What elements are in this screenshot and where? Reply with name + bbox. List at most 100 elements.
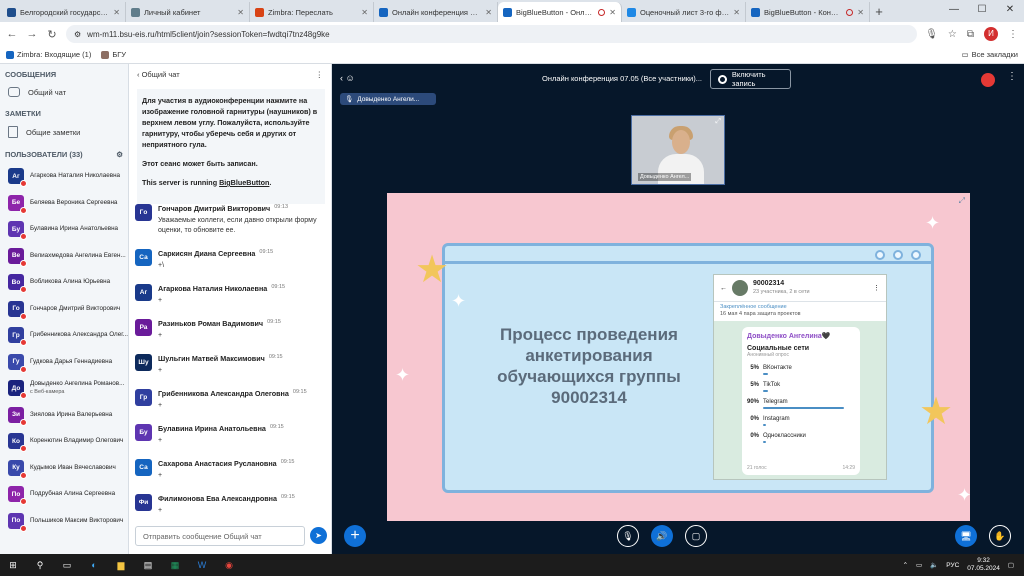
fullscreen-icon[interactable]: ⤢	[959, 196, 965, 206]
notifications-icon[interactable]: ▢	[1008, 561, 1014, 569]
fullscreen-icon[interactable]: ⤢	[715, 118, 721, 126]
browser-tab[interactable]: Онлайн конференция 07.05 ✕	[374, 2, 498, 22]
close-tab-icon[interactable]: ✕	[733, 8, 740, 17]
gear-icon[interactable]: ⚙	[116, 150, 123, 159]
minimize-button[interactable]: —	[940, 0, 968, 22]
task-view-icon[interactable]: ▭	[60, 558, 74, 572]
edge-icon[interactable]: ◐	[87, 558, 101, 572]
record-button[interactable]: Включить запись	[710, 69, 791, 89]
options-menu-icon[interactable]: ⋮	[1007, 71, 1017, 82]
mic-permission-icon[interactable]: 🎙	[925, 29, 938, 40]
profile-avatar[interactable]: И	[984, 27, 998, 41]
raise-hand-button[interactable]: ✋	[989, 525, 1011, 547]
browser-tab[interactable]: Zimbra: Переслать ✕	[250, 2, 374, 22]
leave-audio-button[interactable]: 🔊	[651, 525, 673, 547]
avatar: Фи	[135, 494, 152, 511]
user-list-item[interactable]: Го Гончаров Дмитрий Викторович	[0, 296, 128, 323]
browser-menu-icon[interactable]: ⋮	[1008, 29, 1018, 40]
shared-notes-link[interactable]: Общие заметки	[0, 122, 128, 144]
chat-header: ‹ Общий чат ⋮	[129, 64, 331, 85]
bookmark-star-icon[interactable]: ☆	[948, 29, 957, 40]
user-list-item[interactable]: Бе Беляева Вероника Сергеевна	[0, 190, 128, 217]
user-list-item[interactable]: По Польшиков Максим Викторович	[0, 508, 128, 535]
user-list-item[interactable]: Ве Велиахмедова Ангелина Евген...	[0, 243, 128, 270]
screen-share-button[interactable]: 🖥	[955, 525, 977, 547]
browser-tab[interactable]: Белгородский государственный✕	[2, 2, 126, 22]
user-list-item[interactable]: Гу Гудкова Дарья Геннадиевна	[0, 349, 128, 376]
user-list-item[interactable]: Аг Агаркова Наталия Николаевна	[0, 163, 128, 190]
new-tab-button[interactable]: +	[870, 2, 888, 22]
browser-tab[interactable]: Оценочный лист 3-го финал ✕	[622, 2, 746, 22]
user-list-item[interactable]: До Довыденко Ангелина Романов... с Веб-кам…	[0, 375, 128, 402]
user-list-item[interactable]: Во Вобликова Алина Юрьевна	[0, 269, 128, 296]
tray-expand-icon[interactable]: ⌃	[903, 561, 908, 569]
user-list-item[interactable]: Бу Булавина Ирина Анатольевна	[0, 216, 128, 243]
back-arrow-icon[interactable]: ←	[6, 28, 18, 40]
browser-tab[interactable]: BigBlueButton - Онлайн ко✕	[498, 2, 622, 22]
toggle-userlist-icon[interactable]: ‹ ☺	[340, 73, 355, 83]
close-tab-icon[interactable]: ✕	[485, 8, 492, 17]
store-icon[interactable]: ▤	[141, 558, 155, 572]
search-icon[interactable]: ⚲	[33, 558, 47, 572]
hide-chat-button[interactable]: ‹ Общий чат	[137, 70, 180, 79]
user-list-item[interactable]: Гр Грибенникова Александра Олег...	[0, 322, 128, 349]
extensions-icon[interactable]: ⧉	[967, 29, 974, 40]
menu-icon: ⋮	[873, 285, 880, 292]
clock[interactable]: 9:32 07.05.2024	[967, 557, 1000, 573]
chrome-icon[interactable]: ◉	[222, 558, 236, 572]
actions-plus-button[interactable]: +	[344, 525, 366, 547]
url-field[interactable]: ⚙ wm-m11.bsu-eis.ru/html5client/join?ses…	[66, 25, 918, 43]
chat-message-input[interactable]: Отправить сообщение Общий чат	[135, 526, 305, 546]
user-list-item[interactable]: Ку Кудымов Иван Вячеславович	[0, 455, 128, 482]
avatar: Бу	[135, 424, 152, 441]
bookmark-zimbra[interactable]: Zimbra: Входящие (1)	[6, 50, 91, 59]
browser-tab[interactable]: BigBlueButton - Конферен✕	[746, 2, 870, 22]
close-tab-icon[interactable]: ✕	[609, 8, 616, 17]
user-list-item[interactable]: Зи Зиялова Ирина Валерьевна	[0, 402, 128, 429]
all-bookmarks[interactable]: ▭ Все закладки	[962, 50, 1018, 59]
window-controls: — ☐ ✕	[940, 0, 1024, 22]
chat-message: Са Сахарова Анастасия Руслановна 09:15 +	[129, 459, 332, 494]
share-webcam-button[interactable]: ▢	[685, 525, 707, 547]
send-message-button[interactable]: ➤	[310, 527, 327, 544]
sparkle-icon: ✦	[395, 365, 411, 385]
notes-icon	[8, 126, 18, 138]
connection-status-icon[interactable]	[981, 73, 995, 87]
explorer-icon[interactable]: ▆	[114, 558, 128, 572]
site-info-icon[interactable]: ⚙	[74, 30, 81, 39]
tabs-container: Белгородский государственный✕Личный каби…	[2, 2, 870, 22]
language-indicator[interactable]: РУС	[946, 562, 959, 569]
bookmark-bgu[interactable]: БГУ	[101, 50, 126, 59]
excel-icon[interactable]: ▦	[168, 558, 182, 572]
windows-start-icon[interactable]: ⊞	[6, 558, 20, 572]
muted-mic-icon	[20, 471, 27, 479]
public-chat-link[interactable]: Общий чат	[0, 83, 128, 103]
bigbluebutton-link[interactable]: BigBlueButton	[219, 178, 269, 187]
reload-icon[interactable]: ↻	[46, 28, 58, 41]
maximize-button[interactable]: ☐	[968, 0, 996, 22]
windows-taskbar: ⊞ ⚲ ▭ ◐ ▆ ▤ ▦ W ◉ ⌃ ▭ 🔈 РУС 9:32 07.05.20…	[0, 554, 1024, 576]
group-avatar	[732, 280, 748, 296]
browser-tab-strip: Белгородский государственный✕Личный каби…	[0, 0, 1024, 22]
close-tab-icon[interactable]: ✕	[857, 8, 864, 17]
forward-arrow-icon[interactable]: →	[26, 28, 38, 40]
chat-options-icon[interactable]: ⋮	[316, 70, 324, 79]
unmute-button[interactable]: 🎙	[617, 525, 639, 547]
favicon-icon	[627, 7, 636, 17]
close-tab-icon[interactable]: ✕	[237, 8, 244, 17]
presenter-chip[interactable]: 🎙 Довыденко Ангели...	[340, 93, 436, 105]
avatar: Гр	[135, 389, 152, 406]
close-tab-icon[interactable]: ✕	[361, 8, 368, 17]
avatar: Бе	[8, 194, 27, 214]
browser-tab[interactable]: Личный кабинет ✕	[126, 2, 250, 22]
word-icon[interactable]: W	[195, 558, 209, 572]
webcam-video[interactable]: ⤢ Довыденко Ангел...	[631, 115, 725, 185]
network-icon[interactable]: ▭	[916, 561, 922, 569]
chat-panel: ‹ Общий чат ⋮ Для участия в аудиоконфере…	[129, 64, 332, 554]
user-list-item[interactable]: По Подрубная Алина Сергеевна	[0, 481, 128, 508]
close-window-button[interactable]: ✕	[996, 0, 1024, 22]
close-tab-icon[interactable]: ✕	[113, 8, 120, 17]
user-list-item[interactable]: Ко Коренютин Владимир Олегович	[0, 428, 128, 455]
muted-mic-icon	[20, 180, 27, 188]
volume-icon[interactable]: 🔈	[930, 561, 938, 569]
